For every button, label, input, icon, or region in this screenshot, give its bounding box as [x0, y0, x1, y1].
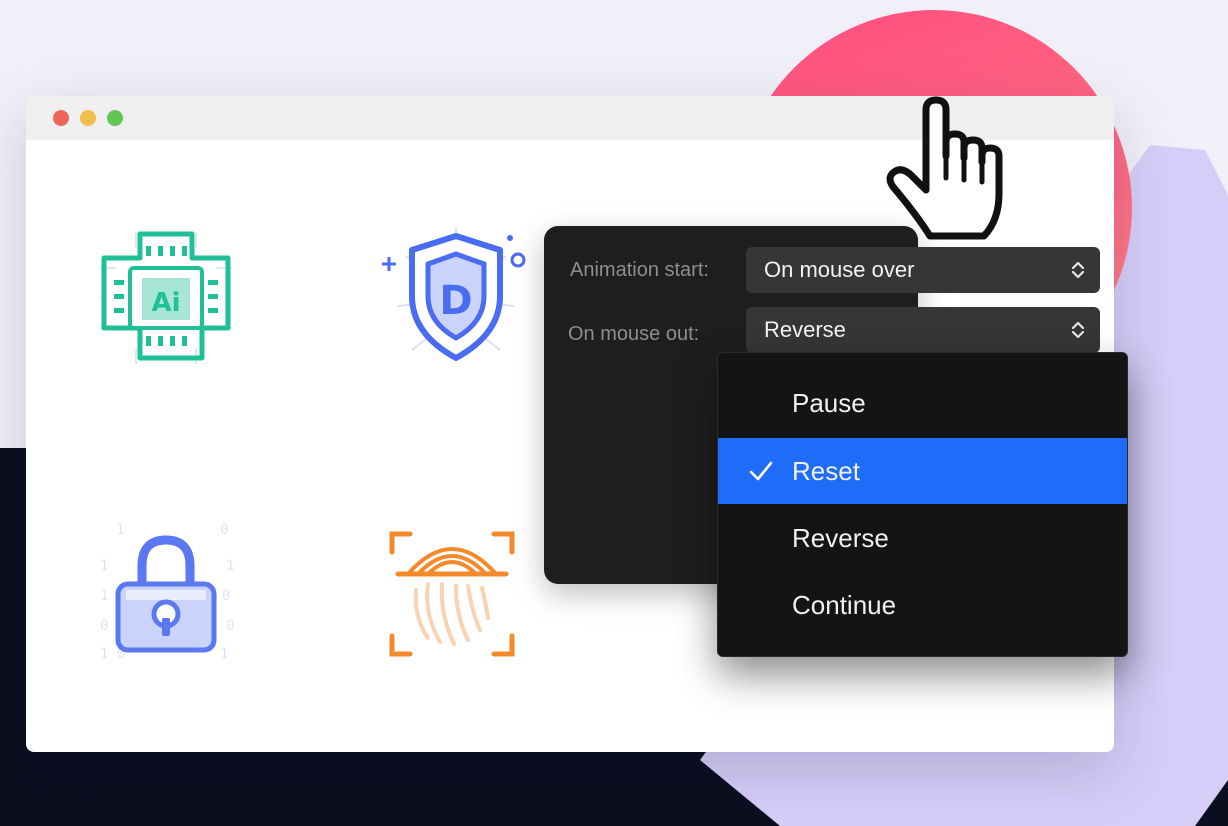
- shield-icon: D: [382, 228, 526, 361]
- maximize-window-button[interactable]: [107, 110, 123, 126]
- hand-pointer-icon: [886, 96, 1003, 240]
- dropdown-option-reset[interactable]: Reset: [718, 438, 1127, 504]
- minimize-window-button[interactable]: [80, 110, 96, 126]
- mouse-out-select[interactable]: Reverse: [746, 307, 1100, 353]
- svg-text:0: 0: [226, 618, 234, 634]
- select-arrows-icon: [1072, 261, 1084, 279]
- svg-text:1: 1: [100, 558, 108, 574]
- option-label: Continue: [792, 590, 897, 620]
- select-arrows-icon: [1072, 321, 1084, 339]
- dropdown-option-reverse[interactable]: Reverse: [718, 505, 1127, 571]
- close-window-button[interactable]: [53, 110, 69, 126]
- mouse-out-label: On mouse out:: [568, 323, 700, 345]
- svg-text:1: 1: [116, 522, 124, 538]
- ai-chip-text: Ai: [151, 288, 180, 318]
- svg-text:0: 0: [100, 618, 108, 634]
- fingerprint-icon: [389, 531, 515, 657]
- option-label: Reset: [792, 456, 860, 486]
- ai-chip-icon: Ai: [100, 231, 232, 364]
- checkmark-icon: [749, 461, 773, 481]
- dropdown-option-continue[interactable]: Continue: [718, 572, 1127, 638]
- dropdown-option-pause[interactable]: Pause: [718, 370, 1127, 436]
- option-label: Reverse: [792, 523, 889, 553]
- svg-text:0: 0: [222, 588, 230, 604]
- shield-letter: D: [439, 278, 472, 324]
- animation-start-select[interactable]: On mouse over: [746, 247, 1100, 293]
- animation-start-value: On mouse over: [764, 257, 915, 282]
- svg-text:1: 1: [220, 646, 228, 662]
- lock-icon: 10 0 11 1 00 00 1 01: [100, 522, 236, 662]
- option-label: Pause: [792, 388, 866, 418]
- mouse-out-value: Reverse: [764, 317, 846, 342]
- svg-text:1: 1: [226, 558, 234, 574]
- svg-text:0 0: 0 0: [220, 522, 236, 538]
- mouse-out-dropdown-menu: Pause Reset Reverse Continue: [717, 352, 1128, 657]
- animation-start-label: Animation start:: [570, 259, 709, 281]
